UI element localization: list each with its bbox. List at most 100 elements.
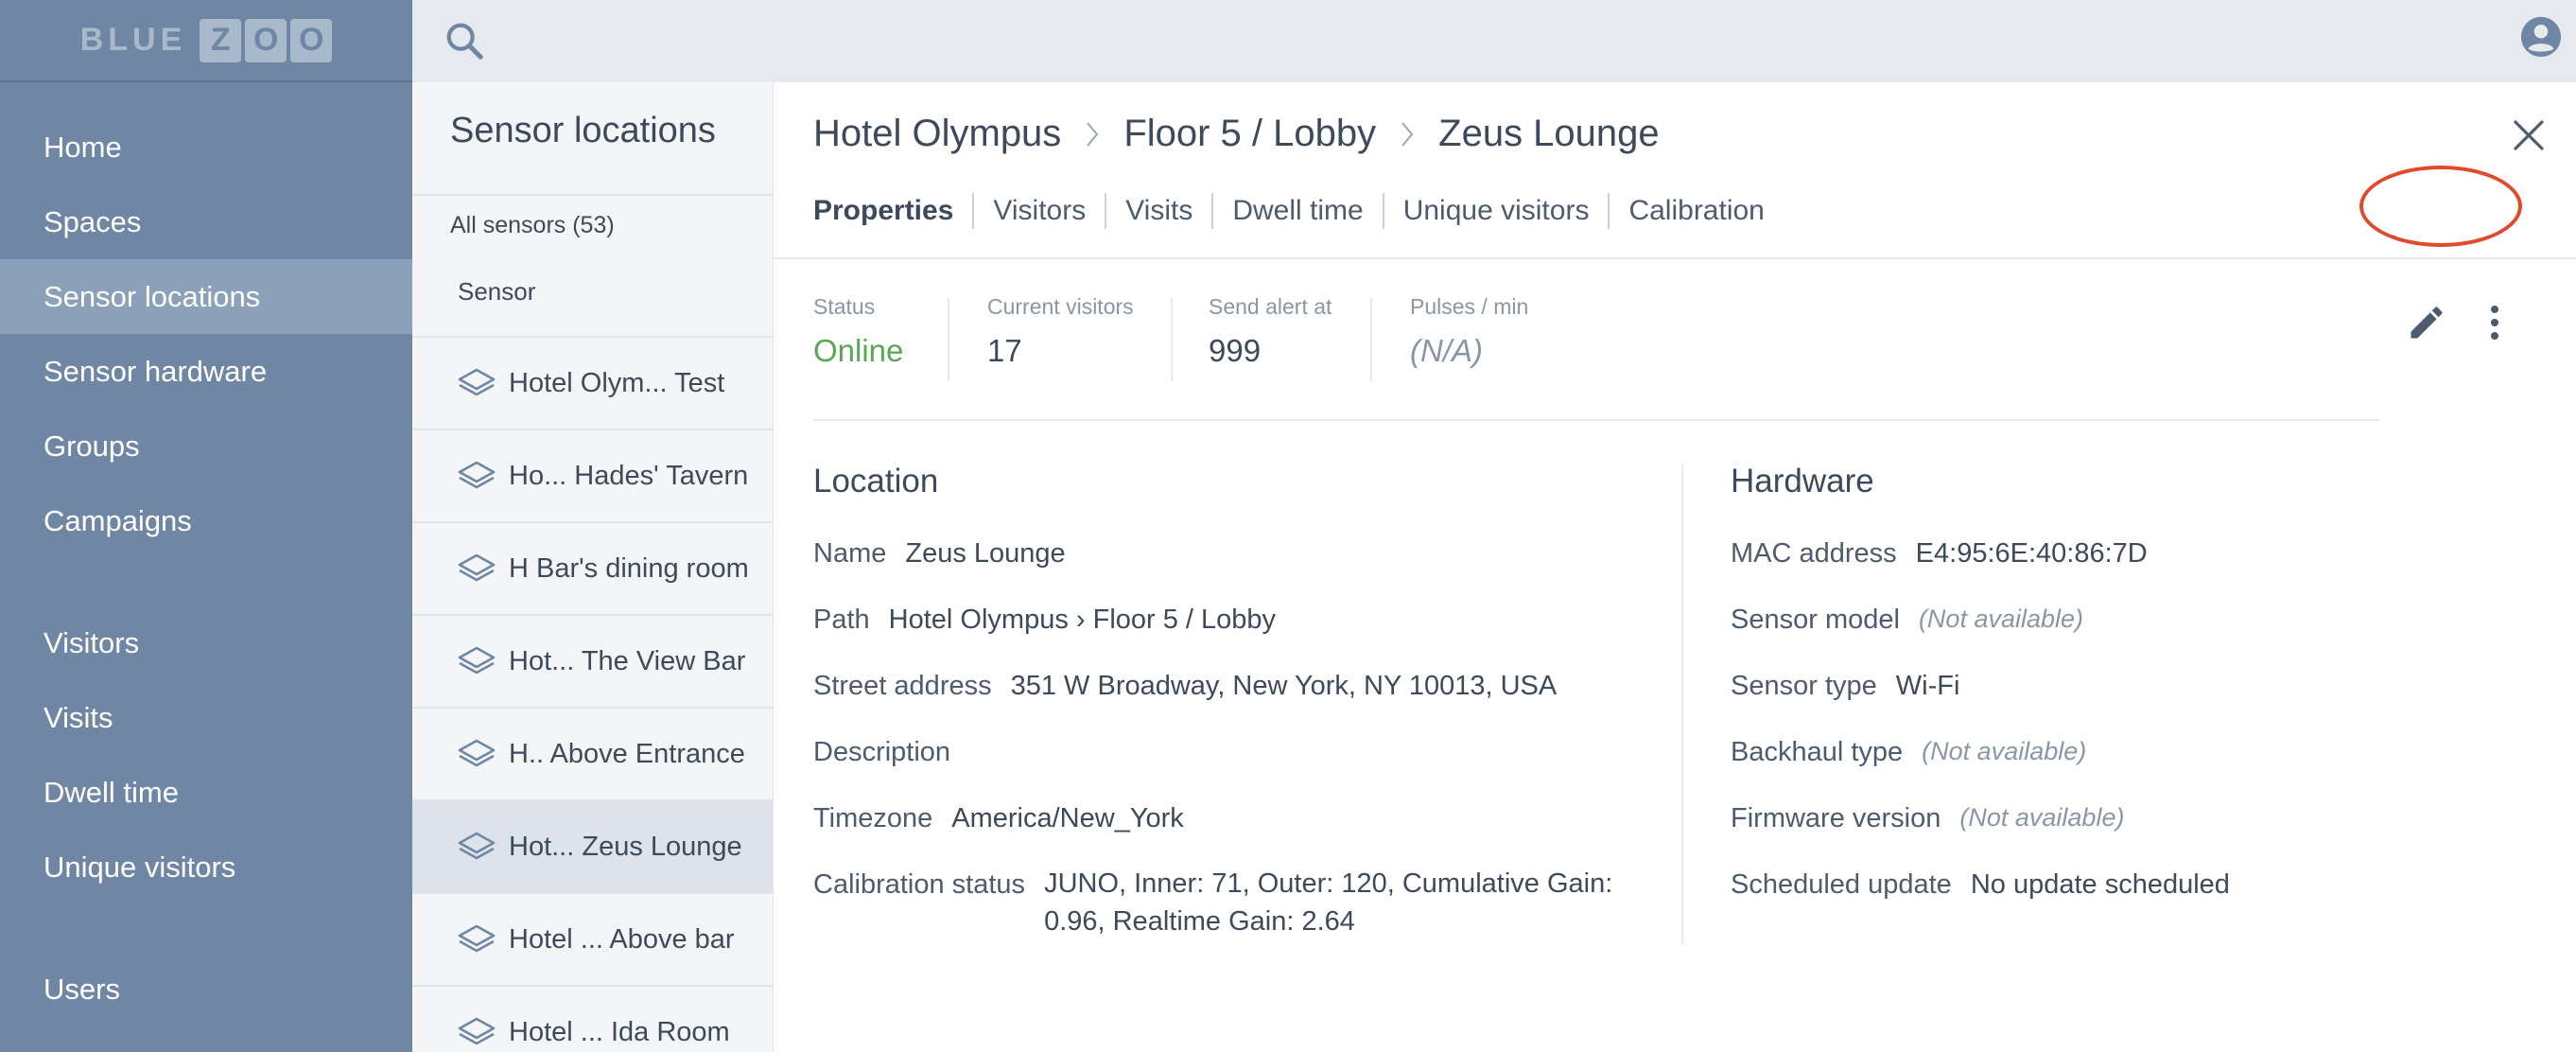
stat-label: Send alert at <box>1209 294 1332 319</box>
logo-word: BLUE <box>79 22 187 58</box>
list-item-label: Hot... Zeus Lounge <box>509 831 742 862</box>
field-label: Firmware version <box>1731 803 1941 833</box>
street-address-field: Street address 351 W Broadway, New York,… <box>813 671 1557 702</box>
mac-address-field: MAC address E4:95:6E:40:86:7D <box>1731 538 2148 570</box>
field-value: Wi-Fi <box>1895 671 1960 701</box>
more-vertical-icon[interactable] <box>2485 302 2504 343</box>
list-item[interactable]: Hotel ... Ida Room <box>412 985 773 1052</box>
logo-letter: Z <box>200 18 242 62</box>
list-item-selected[interactable]: Hot... Zeus Lounge <box>412 799 773 892</box>
divider <box>412 194 773 196</box>
list-item-label: H.. Above Entrance <box>509 738 745 769</box>
account-circle-icon[interactable] <box>2519 15 2563 59</box>
list-item[interactable]: Hotel Olym... Test <box>412 336 773 429</box>
current-visitors-stat: Current visitors 17 <box>987 294 1134 381</box>
close-icon[interactable] <box>2510 116 2548 154</box>
sidebar-item-sensor-locations[interactable]: Sensor locations <box>0 259 412 334</box>
status-value: Online <box>813 333 904 368</box>
path-field: Path Hotel Olympus › Floor 5 / Lobby <box>813 605 1276 636</box>
detail-tabs: Properties Visitors Visits Dwell time Un… <box>813 190 1784 232</box>
send-alert-stat: Send alert at 999 <box>1209 294 1332 381</box>
breadcrumb-item[interactable]: Floor 5 / Lobby <box>1123 113 1376 155</box>
sidebar-item-dwell-time[interactable]: Dwell time <box>0 755 412 830</box>
sidebar-item-home[interactable]: Home <box>0 110 412 184</box>
tab-calibration[interactable]: Calibration <box>1608 193 1783 229</box>
calibration-status-field: Calibration status JUNO, Inner: 71, Oute… <box>813 868 1630 940</box>
send-alert-value: 999 <box>1209 333 1262 368</box>
layers-icon <box>458 553 496 582</box>
layers-icon <box>458 832 496 860</box>
list-item[interactable]: Hot... The View Bar <box>412 614 773 707</box>
tab-properties[interactable]: Properties <box>813 193 972 229</box>
scheduled-update-field: Scheduled update No update scheduled <box>1731 869 2230 901</box>
stat-label: Pulses / min <box>1410 294 1529 319</box>
list-item-label: Hotel ... Ida Room <box>509 1016 730 1047</box>
sidebar-item-visits[interactable]: Visits <box>0 680 412 755</box>
sensor-list-title: Sensor locations <box>450 111 716 150</box>
pulses-stat: Pulses / min (N/A) <box>1410 294 1528 381</box>
sidebar-item-users[interactable]: Users <box>0 952 412 1026</box>
list-item[interactable]: H Bar's dining room <box>412 521 773 614</box>
divider <box>1370 298 1372 381</box>
layers-icon <box>458 461 496 489</box>
layers-icon <box>458 924 496 953</box>
timezone-field: Timezone America/New_York <box>813 803 1184 834</box>
layers-icon <box>458 1017 496 1045</box>
pulses-value: (N/A) <box>1410 333 1483 368</box>
sensor-column-header[interactable]: Sensor <box>458 277 535 307</box>
backhaul-type-field: Backhaul type (Not available) <box>1731 737 2086 768</box>
tab-dwell-time[interactable]: Dwell time <box>1211 193 1382 229</box>
chevron-right-icon <box>1087 121 1099 147</box>
tab-unique-visitors[interactable]: Unique visitors <box>1382 193 1609 229</box>
breadcrumb-item[interactable]: Hotel Olympus <box>813 113 1061 155</box>
sensor-count[interactable]: All sensors (53) <box>450 212 615 239</box>
divider <box>1171 298 1173 381</box>
breadcrumb: Hotel Olympus Floor 5 / Lobby Zeus Loung… <box>813 113 1660 155</box>
description-field: Description <box>813 737 969 768</box>
tab-visits[interactable]: Visits <box>1105 193 1211 229</box>
sidebar-item-campaigns[interactable]: Campaigns <box>0 483 412 558</box>
field-value: Zeus Lounge <box>905 538 1066 569</box>
sidebar-item-unique-visitors[interactable]: Unique visitors <box>0 830 412 904</box>
list-item[interactable]: Ho... Hades' Tavern <box>412 429 773 521</box>
field-label: Scheduled update <box>1731 869 1952 900</box>
search-icon[interactable] <box>443 19 486 62</box>
list-item[interactable]: Hotel ... Above bar <box>412 892 773 985</box>
field-label: Street address <box>813 671 992 701</box>
tab-visitors[interactable]: Visitors <box>972 193 1105 229</box>
sidebar-item-visitors[interactable]: Visitors <box>0 605 412 680</box>
field-label: Description <box>813 737 951 767</box>
sensor-type-field: Sensor type Wi-Fi <box>1731 671 1959 702</box>
field-value: No update scheduled <box>1970 869 2230 900</box>
field-label: Calibration status <box>813 869 1026 900</box>
field-label: Backhaul type <box>1731 737 1904 767</box>
name-field: Name Zeus Lounge <box>813 538 1066 570</box>
field-value: (Not available) <box>1959 803 2125 832</box>
divider <box>774 257 2576 259</box>
field-value: JUNO, Inner: 71, Outer: 120, Cumulative … <box>1044 868 1613 937</box>
field-label: Name <box>813 538 887 569</box>
logo-letter: O <box>290 18 333 62</box>
field-label: Timezone <box>813 803 933 833</box>
list-item-label: Hotel ... Above bar <box>509 923 735 955</box>
sensor-model-field: Sensor model (Not available) <box>1731 605 2083 636</box>
firmware-version-field: Firmware version (Not available) <box>1731 803 2124 834</box>
location-section: Location Name Zeus Lounge Path Hotel Oly… <box>813 463 1612 937</box>
field-value: 351 W Broadway, New York, NY 10013, USA <box>1010 671 1558 701</box>
field-value: (Not available) <box>1918 605 2084 633</box>
list-item-label: Hotel Olym... Test <box>509 367 725 398</box>
chevron-right-icon <box>1401 121 1414 147</box>
sidebar-item-groups[interactable]: Groups <box>0 409 412 483</box>
highlight-circle-annotation <box>2359 166 2522 247</box>
logo[interactable]: BLUE Z O O <box>0 0 412 82</box>
field-label: MAC address <box>1731 538 1897 569</box>
stat-label: Status <box>813 294 876 319</box>
logo-boxed-letters: Z O O <box>200 18 333 62</box>
pencil-icon[interactable] <box>2406 302 2447 343</box>
list-item-label: H Bar's dining room <box>509 552 749 584</box>
sidebar-item-spaces[interactable]: Spaces <box>0 184 412 259</box>
layers-icon <box>458 646 496 675</box>
field-value: Hotel Olympus › Floor 5 / Lobby <box>888 605 1277 635</box>
sidebar-item-sensor-hardware[interactable]: Sensor hardware <box>0 334 412 409</box>
list-item[interactable]: H.. Above Entrance <box>412 707 773 799</box>
